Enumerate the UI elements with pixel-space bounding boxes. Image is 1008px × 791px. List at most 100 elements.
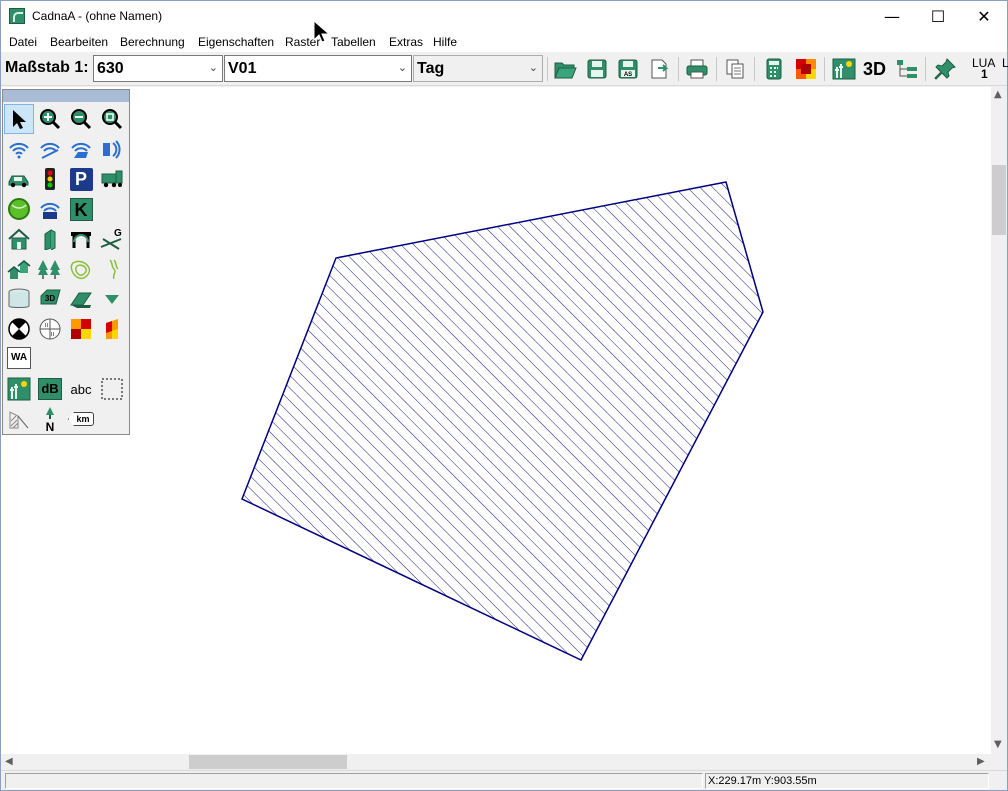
- close-button[interactable]: ✕: [961, 1, 1007, 32]
- road-tool[interactable]: [4, 164, 34, 194]
- zoom-window-tool[interactable]: [97, 104, 127, 134]
- height-line-tool[interactable]: [97, 254, 127, 284]
- select-tool[interactable]: [4, 104, 34, 134]
- triangle-tool[interactable]: [97, 284, 127, 314]
- bridge-tool[interactable]: [66, 224, 96, 254]
- level-tool[interactable]: dB: [35, 374, 65, 404]
- minimize-button[interactable]: —: [869, 1, 915, 32]
- zoom-in-icon: [40, 109, 61, 130]
- menu-extras[interactable]: Extras: [389, 35, 423, 49]
- menu-datei[interactable]: Datei: [9, 35, 37, 49]
- horizontal-scroll-thumb[interactable]: [189, 755, 347, 769]
- text-tool[interactable]: abc: [66, 374, 96, 404]
- cylinder-icon: [8, 288, 30, 308]
- pushpin-icon: [934, 58, 956, 80]
- zoom-in-tool[interactable]: [35, 104, 65, 134]
- grid-map-button[interactable]: [793, 56, 819, 82]
- pin-button[interactable]: [932, 56, 958, 82]
- 3d-view-button[interactable]: 3D: [863, 59, 886, 80]
- scale-value: 630: [97, 60, 124, 77]
- open-button[interactable]: [552, 56, 578, 82]
- menu-tabellen[interactable]: Tabellen: [331, 35, 376, 49]
- land-use-tool[interactable]: WA: [4, 343, 34, 373]
- variant-combobox[interactable]: V01 ⌄: [224, 55, 412, 82]
- image-tool[interactable]: [4, 374, 34, 404]
- scroll-down-icon[interactable]: ▼: [994, 739, 1002, 750]
- toolbar-separator: [754, 57, 755, 81]
- mouse-cursor-icon: [313, 20, 329, 43]
- scale-bar-tool[interactable]: km: [66, 404, 96, 434]
- building-tool[interactable]: [4, 224, 34, 254]
- 3d-object-tool[interactable]: 3D: [35, 284, 65, 314]
- ground-absorption-tool[interactable]: G: [97, 224, 127, 254]
- copy-button[interactable]: [722, 56, 748, 82]
- title-bar: CadnaA - (ohne Namen) — ☐ ✕: [1, 1, 1007, 32]
- traffic-light-tool[interactable]: [35, 164, 65, 194]
- north-arrow-icon: N: [46, 407, 54, 432]
- scroll-left-icon[interactable]: ◀: [5, 756, 13, 767]
- scroll-right-icon[interactable]: ▶: [977, 756, 985, 767]
- ground-g-icon: G: [100, 228, 122, 250]
- palette-titlebar[interactable]: [3, 90, 129, 102]
- facade-grid-icon: [106, 319, 118, 339]
- print-button[interactable]: [684, 56, 710, 82]
- calculate-button[interactable]: [761, 56, 787, 82]
- calculator-icon: [766, 58, 782, 80]
- built-up-area-tool[interactable]: [4, 254, 34, 284]
- area-polygon[interactable]: [241, 181, 764, 661]
- db-icon: dB: [38, 378, 62, 400]
- export-button[interactable]: [646, 56, 672, 82]
- receiver-tool[interactable]: [4, 314, 34, 344]
- graphics-button[interactable]: [831, 56, 857, 82]
- north-arrow-tool[interactable]: N: [35, 404, 65, 434]
- drawing-canvas[interactable]: [1, 87, 991, 754]
- zoom-out-tool[interactable]: [66, 104, 96, 134]
- auxiliary-polygon-tool[interactable]: [97, 374, 127, 404]
- km-icon: km: [68, 412, 94, 426]
- tree-list-icon: [897, 60, 917, 78]
- vertical-scroll-thumb[interactable]: [992, 165, 1006, 235]
- 3d-shape-icon: 3D: [40, 289, 61, 305]
- contour-tool[interactable]: [66, 254, 96, 284]
- object-tree-button[interactable]: [894, 56, 920, 82]
- scroll-up-icon[interactable]: ▲: [994, 89, 1002, 100]
- facade-grid-tool[interactable]: [97, 314, 127, 344]
- menu-eigenschaften[interactable]: Eigenschaften: [198, 35, 274, 49]
- scale-combobox[interactable]: 630 ⌄: [93, 55, 223, 82]
- point-source-tool[interactable]: [4, 134, 34, 164]
- vertical-area-source-tool[interactable]: [97, 134, 127, 164]
- tool-palette: P K G 3D II II WA dB abc N km: [2, 89, 130, 435]
- horizontal-scrollbar[interactable]: ◀ ▶: [1, 754, 991, 770]
- forest-tool[interactable]: [35, 254, 65, 284]
- signal-tower-icon: [40, 202, 60, 219]
- line-source-tool[interactable]: [35, 134, 65, 164]
- zoom-out-icon: [71, 109, 92, 130]
- menu-hilfe[interactable]: Hilfe: [433, 35, 457, 49]
- section-disc-icon: IIII: [39, 318, 61, 340]
- grid-tool[interactable]: [66, 314, 96, 344]
- save-as-button[interactable]: AS: [615, 56, 641, 82]
- arrow-cursor-icon: [13, 110, 26, 129]
- vertical-source-icon: [103, 140, 121, 159]
- barrier-tool[interactable]: [35, 224, 65, 254]
- clipped-toolbar-item[interactable]: L: [1002, 56, 1008, 70]
- menu-berechnung[interactable]: Berechnung: [120, 35, 185, 49]
- maximize-button[interactable]: ☐: [915, 1, 961, 32]
- save-button[interactable]: [584, 56, 610, 82]
- parking-lot-tool[interactable]: P: [66, 164, 96, 194]
- calculation-area-tool[interactable]: II II: [35, 314, 65, 344]
- cylinder-tool[interactable]: [4, 284, 34, 314]
- embankment-tool[interactable]: [66, 284, 96, 314]
- period-combobox[interactable]: Tag ⌄: [413, 55, 543, 82]
- menu-bearbeiten[interactable]: Bearbeiten: [50, 35, 108, 49]
- sport-facility-tool[interactable]: [4, 194, 34, 224]
- railway-tool[interactable]: [97, 164, 127, 194]
- area-source-tool[interactable]: [66, 134, 96, 164]
- keyword-object-tool[interactable]: K: [66, 194, 96, 224]
- section-tool[interactable]: [4, 404, 34, 434]
- printer-icon: [686, 59, 708, 79]
- svg-text:II: II: [51, 332, 54, 338]
- industry-source-tool[interactable]: [35, 194, 65, 224]
- polygon-drawing: [241, 181, 764, 661]
- vertical-scrollbar[interactable]: ▲ ▼: [991, 87, 1007, 754]
